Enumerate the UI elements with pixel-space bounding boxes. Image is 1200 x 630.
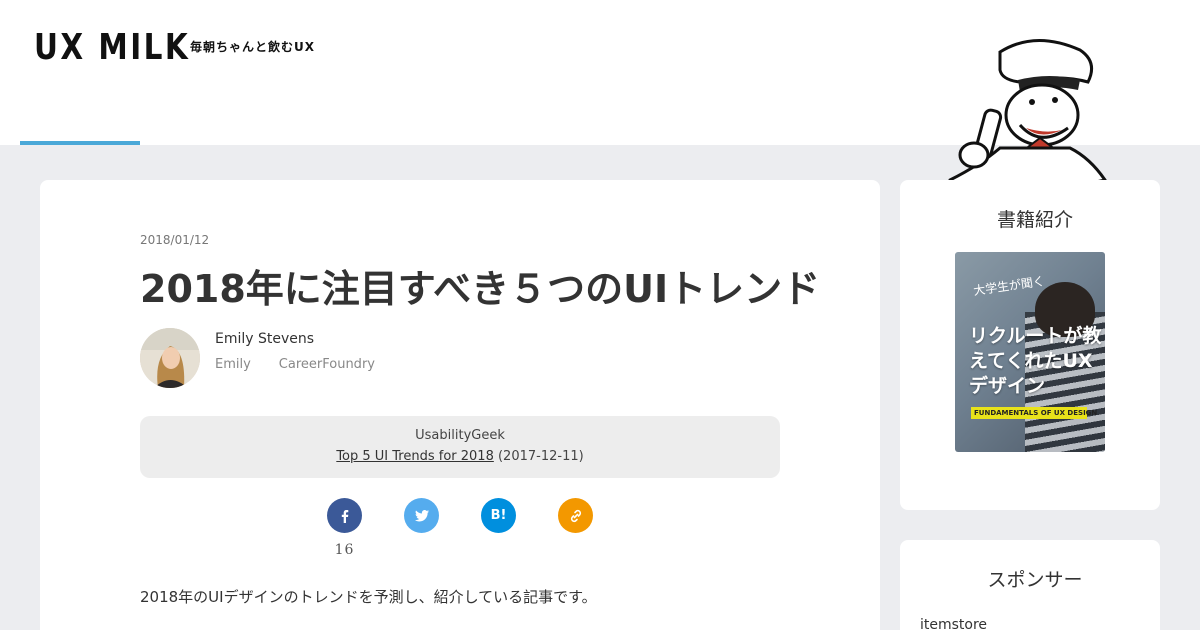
sidebar-section-title: 書籍紹介 (996, 209, 1073, 231)
book-title: リクルートが教えてくれたUXデザイン (969, 325, 1102, 397)
source-box: UsabilityGeek Top 5 UI Trends for 2018 (… (140, 416, 780, 478)
article-date: 2018/01/12 (140, 233, 210, 247)
facebook-icon (341, 509, 348, 523)
article-lead: 2018年のUIデザインのトレンドを予測し、紹介している記事です。 (140, 588, 597, 606)
milkman-mascot-icon (948, 39, 1108, 196)
source-site: UsabilityGeek (415, 428, 505, 443)
author-name[interactable]: Emily Stevens (215, 331, 314, 347)
source-date: (2017-12-11) (497, 449, 584, 464)
author-meta: Emily CareerFoundry (215, 357, 403, 372)
source-link-line: Top 5 UI Trends for 2018 (2017-12-11) (140, 449, 780, 464)
sponsor-item[interactable]: itemstore (920, 617, 987, 630)
author-short-name: Emily (215, 357, 251, 372)
nav-active-indicator (20, 141, 140, 145)
author-company: CareerFoundry (278, 357, 375, 372)
facebook-share-button[interactable] (327, 498, 362, 533)
link-icon (570, 509, 581, 522)
author-avatar[interactable] (140, 328, 200, 388)
twitter-icon (414, 509, 429, 521)
copy-link-button[interactable] (558, 498, 593, 533)
author-photo-icon (140, 328, 200, 388)
book-subtitle: 大学生が聞く (972, 274, 1046, 298)
hatena-icon: B! (490, 508, 507, 523)
book-band: FUNDAMENTALS OF UX DESIGN (971, 407, 1097, 419)
site-logo[interactable]: UX MILK (34, 27, 190, 68)
article-title: 2018年に注目すべき５つのUIトレンド (140, 267, 821, 311)
hatena-share-button[interactable]: B! (481, 498, 516, 533)
article-card (40, 180, 880, 630)
facebook-share-count: 16 (334, 542, 355, 558)
site-tagline: 毎朝ちゃんと飲むUX (190, 40, 315, 54)
book-cover[interactable]: 大学生が聞く リクルートが教えてくれたUXデザイン FUNDAMENTALS O… (955, 252, 1105, 452)
source-link[interactable]: Top 5 UI Trends for 2018 (336, 449, 494, 464)
sidebar-sponsor-title: スポンサー (987, 569, 1083, 591)
twitter-share-button[interactable] (404, 498, 439, 533)
